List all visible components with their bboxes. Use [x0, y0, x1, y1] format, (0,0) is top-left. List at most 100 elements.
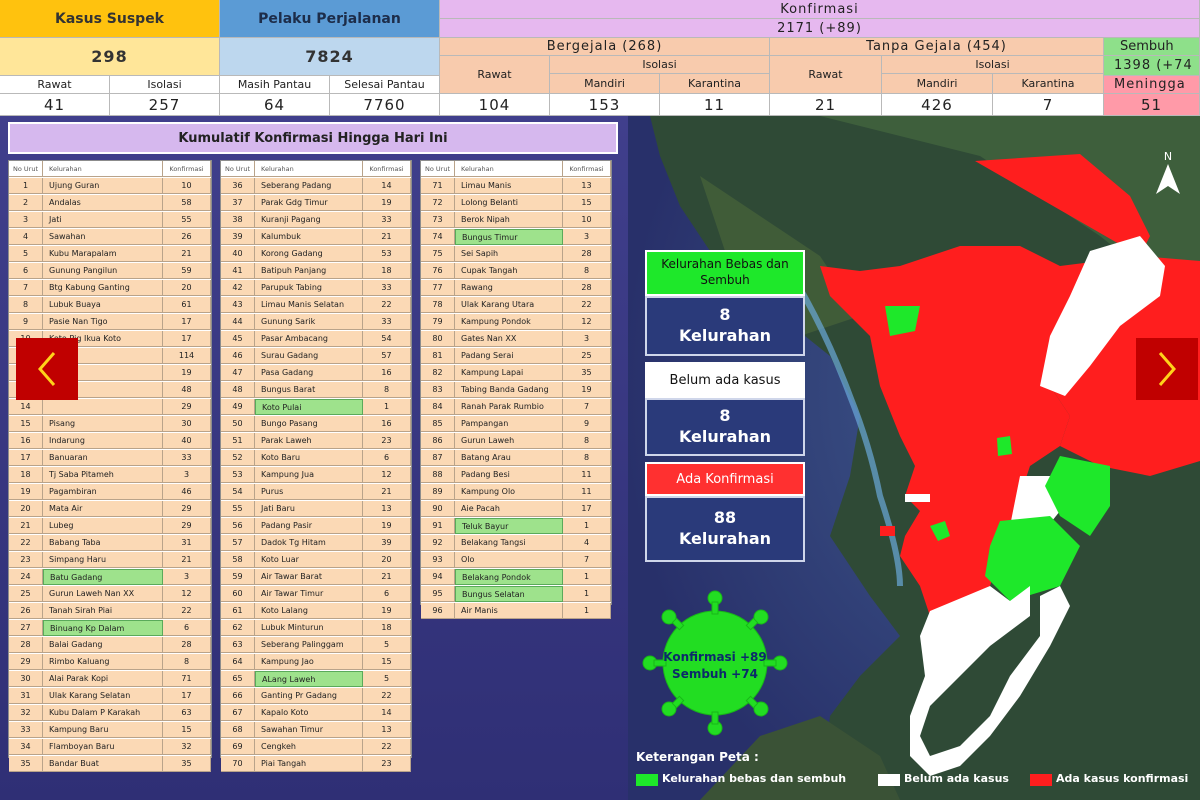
table-row: 55 Jati Baru 13 [221, 501, 411, 518]
kelurahan-name: Ujung Guran [43, 178, 163, 194]
konfirmasi-value: 5 [363, 671, 411, 687]
row-number: 71 [421, 178, 455, 194]
kelurahan-name: Jati Baru [255, 501, 363, 517]
row-number: 68 [221, 722, 255, 738]
row-number: 62 [221, 620, 255, 636]
table-row: 50 Bungo Pasang 16 [221, 416, 411, 433]
table-row: 6 Gunung Pangilun 59 [9, 263, 211, 280]
konfirmasi-value: 17 [163, 331, 211, 347]
konfirmasi-value: 16 [363, 416, 411, 432]
legend-white-swatch [878, 774, 900, 786]
row-number: 78 [421, 297, 455, 313]
legend-green-swatch [636, 774, 658, 786]
table-row: 69 Cengkeh 22 [221, 739, 411, 756]
kelurahan-name: Ulak Karang Selatan [43, 688, 163, 704]
kelurahan-name: Balai Gadang [43, 637, 163, 653]
konfirmasi-value: 71 [163, 671, 211, 687]
konfirmasi-value: 8 [563, 263, 611, 279]
row-number: 34 [9, 739, 43, 755]
row-number: 53 [221, 467, 255, 483]
kelurahan-name: Pasa Gadang [255, 365, 363, 381]
kelurahan-name: Tabing Banda Gadang [455, 382, 563, 398]
kelurahan-name: Sawahan [43, 229, 163, 245]
row-number: 52 [221, 450, 255, 466]
konfirmasi-value: 54 [363, 331, 411, 347]
kelurahan-name: Seberang Palinggam [255, 637, 363, 653]
row-number: 56 [221, 518, 255, 534]
tanpa-gejala-karantina-value: 7 [993, 94, 1104, 116]
table-row: 70 Piai Tangah 23 [221, 756, 411, 773]
row-number: 94 [421, 569, 455, 585]
kelurahan-name: Koto Baru [255, 450, 363, 466]
kelurahan-name: Gunung Sarik [255, 314, 363, 330]
next-slide-button[interactable] [1136, 338, 1198, 400]
konfirmasi-value: 12 [163, 586, 211, 602]
prev-slide-button[interactable] [16, 338, 78, 400]
table-row: 25 Gurun Laweh Nan XX 12 [9, 586, 211, 603]
kelurahan-name: Kuranji Pagang [255, 212, 363, 228]
konfirmasi-value: 28 [163, 637, 211, 653]
bebas-count: 8 [719, 305, 731, 325]
kelurahan-name: Purus [255, 484, 363, 500]
kelurahan-name: Batang Arau [455, 450, 563, 466]
konfirmasi-value: 18 [363, 263, 411, 279]
dashboard: N Kumulatif Konfirmasi Hingga Hari Ini N… [0, 0, 1200, 800]
table-row: 56 Padang Pasir 19 [221, 518, 411, 535]
row-number: 96 [421, 603, 455, 619]
table-row: 35 Bandar Buat 35 [9, 756, 211, 773]
kelurahan-name: Tanah Sirah Piai [43, 603, 163, 619]
table-row: 14 29 [9, 399, 211, 416]
tanpa-gejala-title: Tanpa Gejala (454) [770, 38, 1104, 56]
row-number: 21 [9, 518, 43, 534]
table-row: 86 Gurun Laweh 8 [421, 433, 611, 450]
belum-title: Belum ada kasus [645, 362, 805, 398]
kelurahan-name: Jati [43, 212, 163, 228]
kelurahan-name: Sawahan Timur [255, 722, 363, 738]
column-header-konf: Konfirmasi [363, 161, 411, 177]
kelurahan-name: Koto Luar [255, 552, 363, 568]
kelurahan-name: Padang Serai [455, 348, 563, 364]
row-number: 31 [9, 688, 43, 704]
white-region-coast [905, 494, 930, 502]
kelurahan-name: Kubu Dalam P Karakah [43, 705, 163, 721]
bergejala-rawat-value: 104 [440, 94, 550, 116]
konfirmasi-value: 39 [363, 535, 411, 551]
kelurahan-name: Berok Nipah [455, 212, 563, 228]
virus-konfirmasi: Konfirmasi +89 [663, 650, 767, 665]
row-number: 2 [9, 195, 43, 211]
virus-label: Konfirmasi +89 Sembuh +74 [655, 648, 775, 684]
bergejala-isolasi-label: Isolasi [550, 56, 770, 74]
konfirmasi-value: 12 [363, 467, 411, 483]
konfirmasi-value: 25 [563, 348, 611, 364]
row-number: 47 [221, 365, 255, 381]
konfirmasi-value: 7 [563, 552, 611, 568]
kelurahan-name: Pasar Ambacang [255, 331, 363, 347]
table-header-row: No Urut Kelurahan Konfirmasi [221, 161, 411, 178]
masih-pantau-value: 64 [220, 94, 330, 116]
row-number: 45 [221, 331, 255, 347]
konfirmasi-title: Konfirmasi [440, 0, 1200, 19]
chevron-left-icon [38, 352, 56, 386]
row-number: 70 [221, 756, 255, 772]
row-number: 20 [9, 501, 43, 517]
table-row: 38 Kuranji Pagang 33 [221, 212, 411, 229]
table-row: 26 Tanah Sirah Piai 22 [9, 603, 211, 620]
kelurahan-name: Koto Pulai [255, 399, 363, 415]
konfirmasi-total: 2171 (+89) [440, 19, 1200, 38]
row-number: 90 [421, 501, 455, 517]
column-header-kel: Kelurahan [255, 161, 363, 177]
konfirmasi-value: 17 [163, 314, 211, 330]
row-number: 80 [421, 331, 455, 347]
table-row: 42 Parupuk Tabing 33 [221, 280, 411, 297]
kelurahan-name: Binuang Kp Dalam [43, 620, 163, 636]
row-number: 72 [421, 195, 455, 211]
row-number: 83 [421, 382, 455, 398]
column-header-konf: Konfirmasi [163, 161, 211, 177]
konfirmasi-value: 21 [363, 229, 411, 245]
kelurahan-name: Seberang Padang [255, 178, 363, 194]
kelurahan-name: Lubeg [43, 518, 163, 534]
table-row: 87 Batang Arau 8 [421, 450, 611, 467]
konfirmasi-value: 9 [563, 416, 611, 432]
table-row: 30 Alai Parak Kopi 71 [9, 671, 211, 688]
table-row: 66 Ganting Pr Gadang 22 [221, 688, 411, 705]
